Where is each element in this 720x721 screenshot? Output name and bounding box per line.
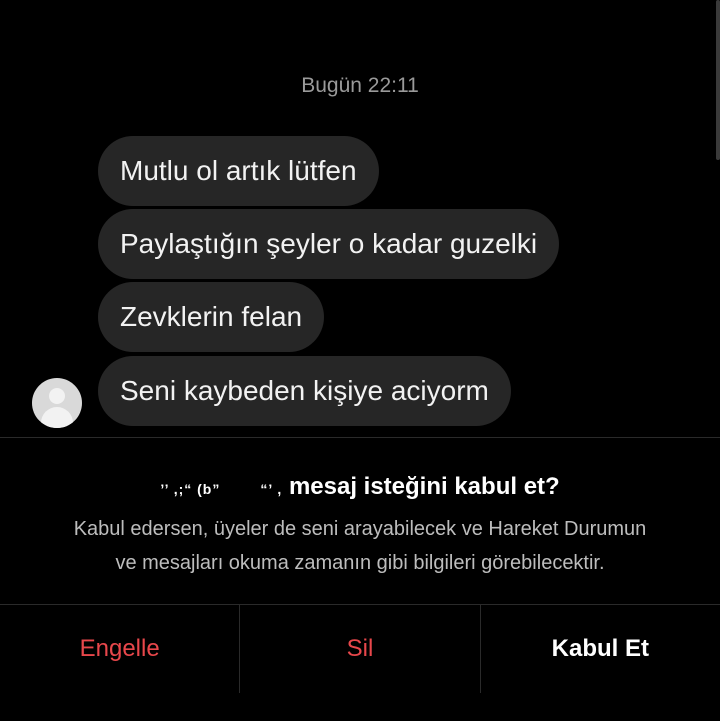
redacted-username: ’’ ,;“ (b” bbox=[160, 481, 221, 497]
avatar-body-shape bbox=[41, 407, 73, 428]
delete-button[interactable]: Sil bbox=[239, 605, 479, 693]
block-button[interactable]: Engelle bbox=[0, 605, 239, 693]
divider bbox=[0, 437, 720, 438]
request-description-line: Kabul edersen, üyeler de seni arayabilec… bbox=[73, 518, 647, 540]
message-bubble[interactable]: Paylaştığın şeyler o kadar guzelki bbox=[98, 209, 560, 279]
request-title: ’’ ,;“ (b” “’ , mesaj isteğini kabul et? bbox=[0, 473, 720, 501]
redacted-username-end: “’ , bbox=[260, 481, 283, 497]
request-title-text: mesaj isteğini kabul et? bbox=[288, 473, 560, 500]
request-actions: Engelle Sil Kabul Et bbox=[0, 604, 720, 693]
request-description-line: ve mesajları okuma zamanın gibi bilgiler… bbox=[115, 552, 605, 574]
message-bubble[interactable]: Seni kaybeden kişiye aciyorm bbox=[98, 356, 511, 426]
request-description: Kabul edersen, üyeler de seni arayabilec… bbox=[20, 512, 700, 580]
accept-button[interactable]: Kabul Et bbox=[479, 605, 720, 693]
avatar-head-shape bbox=[49, 388, 65, 404]
sender-avatar[interactable] bbox=[32, 378, 82, 428]
message-bubble[interactable]: Mutlu ol artık lütfen bbox=[98, 136, 379, 206]
message-bubble[interactable]: Zevklerin felan bbox=[98, 282, 325, 352]
message-timestamp: Bugün 22:11 bbox=[301, 74, 419, 97]
